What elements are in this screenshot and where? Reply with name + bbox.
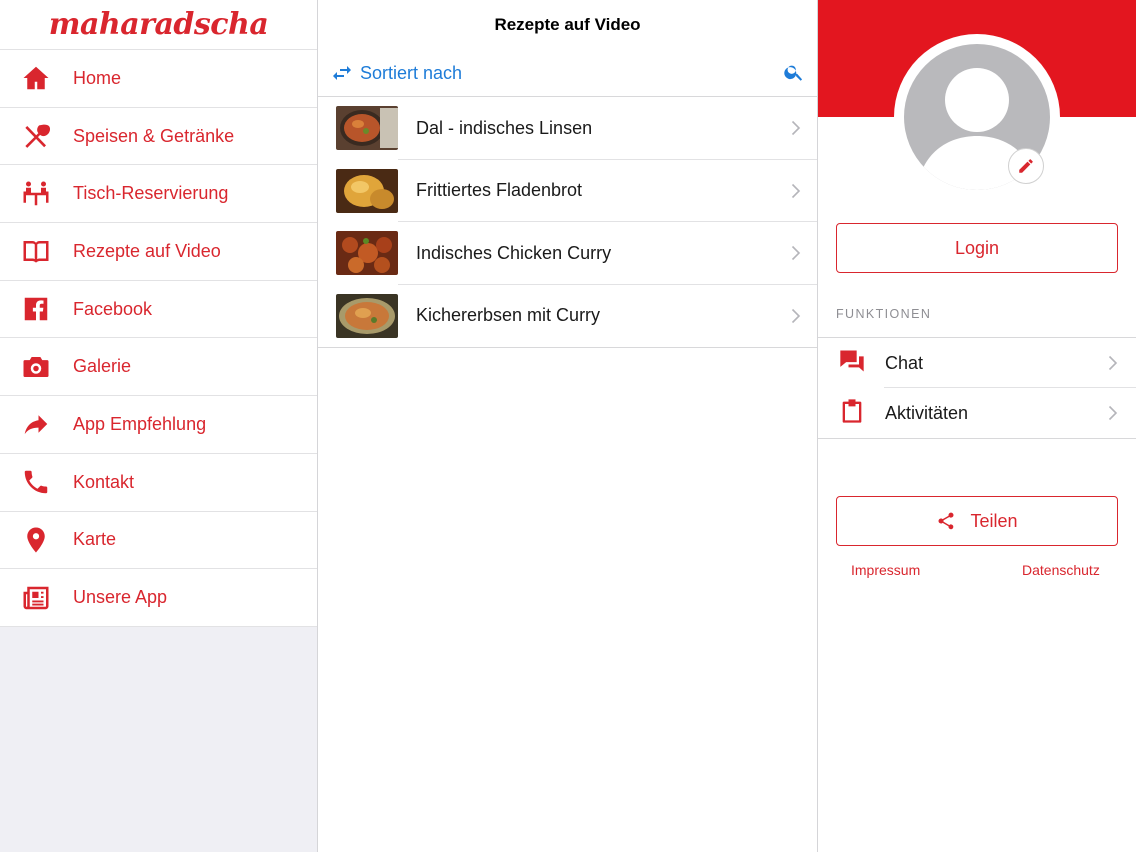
book-icon <box>0 236 73 266</box>
section-title-funktionen: FUNKTIONEN <box>836 307 932 321</box>
sidebar: maharadscha Home Speisen & Getränke Tisc… <box>0 0 318 852</box>
chevron-right-icon <box>1108 405 1118 421</box>
login-button[interactable]: Login <box>836 223 1118 273</box>
chevron-right-icon <box>791 308 801 324</box>
functions-list: Chat Aktivitäten <box>818 337 1136 439</box>
sidebar-item-label: Tisch-Reservierung <box>73 183 229 204</box>
sidebar-item-galerie[interactable]: Galerie <box>0 338 317 397</box>
recipe-title: Dal - indisches Linsen <box>416 117 593 138</box>
share-arrow-icon <box>0 409 73 439</box>
home-icon <box>0 63 73 93</box>
nav-bar: Rezepte auf Video <box>318 0 817 50</box>
recipe-thumbnail <box>336 168 398 213</box>
sidebar-item-empfehlung[interactable]: App Empfehlung <box>0 396 317 454</box>
page-title: Rezepte auf Video <box>494 15 641 34</box>
sidebar-item-home[interactable]: Home <box>0 50 317 108</box>
list-item[interactable]: Frittiertes Fladenbrot <box>318 160 817 223</box>
toolbar: Sortiert nach <box>318 50 817 97</box>
search-button[interactable] <box>783 61 807 85</box>
swap-arrows-icon <box>333 66 351 80</box>
map-pin-icon <box>0 525 73 555</box>
edit-avatar-button[interactable] <box>1008 148 1044 184</box>
profile-panel: Login FUNKTIONEN Chat Aktivitäten Teilen… <box>818 0 1136 852</box>
search-icon <box>784 65 803 81</box>
share-icon <box>938 512 954 530</box>
newspaper-icon <box>0 583 73 613</box>
sidebar-item-label: Karte <box>73 529 117 550</box>
clipboard-icon <box>838 397 866 430</box>
list-item[interactable]: Kichererbsen mit Curry <box>318 285 817 348</box>
recipe-thumbnail <box>336 106 398 151</box>
sidebar-item-facebook[interactable]: Facebook <box>0 280 317 339</box>
share-button[interactable]: Teilen <box>836 496 1118 546</box>
logo-text: maharadscha <box>48 6 269 42</box>
phone-icon <box>0 467 73 497</box>
function-label: Chat <box>885 352 924 373</box>
recipe-title: Indisches Chicken Curry <box>416 242 612 263</box>
recipe-thumbnail <box>336 293 398 338</box>
sidebar-item-karte[interactable]: Karte <box>0 511 317 570</box>
sidebar-item-speisen[interactable]: Speisen & Getränke <box>0 107 317 166</box>
recipe-list: Dal - indisches Linsen Frittiertes Flade… <box>318 97 817 348</box>
datenschutz-link[interactable]: Datenschutz <box>1022 562 1100 578</box>
chevron-right-icon <box>791 183 801 199</box>
chat-icon <box>838 347 866 380</box>
chevron-right-icon <box>791 120 801 136</box>
sidebar-item-label: App Empfehlung <box>73 413 207 434</box>
sidebar-item-label: Galerie <box>73 356 132 377</box>
list-item[interactable]: Indisches Chicken Curry <box>318 222 817 285</box>
function-item-aktivitaeten[interactable]: Aktivitäten <box>818 388 1136 438</box>
recipe-title: Kichererbsen mit Curry <box>416 305 601 326</box>
sidebar-item-label: Home <box>73 67 122 88</box>
camera-icon <box>0 352 73 382</box>
sidebar-item-label: Speisen & Getränke <box>73 125 235 146</box>
share-label: Teilen <box>970 510 1018 531</box>
table-reservation-icon <box>0 179 73 209</box>
sidebar-item-label: Unsere App <box>73 587 168 608</box>
sidebar-item-label: Rezepte auf Video <box>73 240 221 261</box>
recipe-title: Frittiertes Fladenbrot <box>416 180 583 201</box>
chevron-right-icon <box>791 245 801 261</box>
empty-content-area <box>318 348 817 852</box>
sort-label: Sortiert nach <box>360 62 463 83</box>
app-logo: maharadscha <box>0 0 317 50</box>
recipe-thumbnail <box>336 231 398 276</box>
function-item-chat[interactable]: Chat <box>818 338 1136 388</box>
sort-button[interactable]: Sortiert nach <box>330 61 462 85</box>
sidebar-item-rezepte[interactable]: Rezepte auf Video <box>0 223 317 281</box>
sidebar-item-label: Kontakt <box>73 471 135 492</box>
fork-spoon-icon <box>0 121 73 151</box>
list-item[interactable]: Dal - indisches Linsen <box>318 97 817 160</box>
facebook-icon <box>0 294 73 324</box>
pencil-icon <box>1019 159 1033 173</box>
function-label: Aktivitäten <box>885 402 969 423</box>
sidebar-menu: maharadscha Home Speisen & Getränke Tisc… <box>0 0 317 627</box>
sidebar-item-kontakt[interactable]: Kontakt <box>0 453 317 512</box>
sidebar-item-reservierung[interactable]: Tisch-Reservierung <box>0 165 317 224</box>
impressum-link[interactable]: Impressum <box>851 562 920 578</box>
sidebar-item-unsere-app[interactable]: Unsere App <box>0 569 317 627</box>
sidebar-item-label: Facebook <box>73 298 153 319</box>
chevron-right-icon <box>1108 355 1118 371</box>
recipes-panel: Rezepte auf Video Sortiert nach Dal - in… <box>318 0 818 852</box>
